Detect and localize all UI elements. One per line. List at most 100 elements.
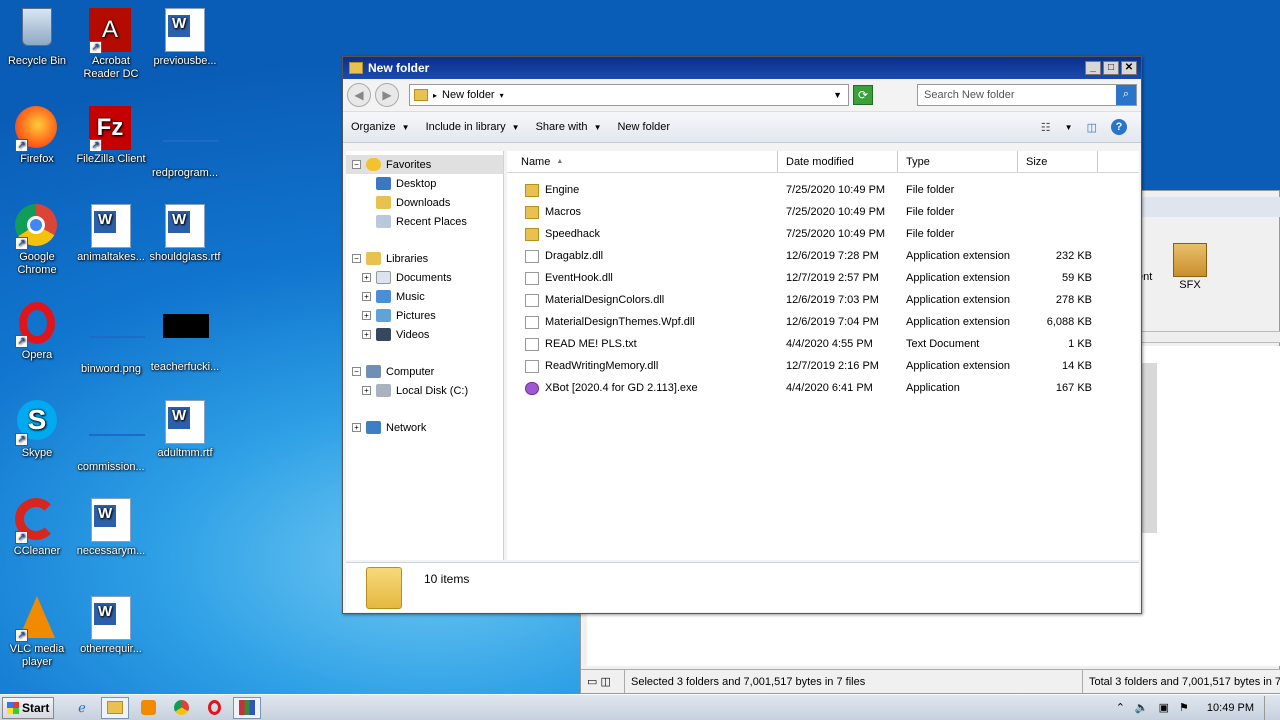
minimize-button[interactable]: _ xyxy=(1085,61,1101,75)
desktop-icon-opera[interactable]: ↗ Opera xyxy=(0,302,74,362)
desktop-icon-acrobat[interactable]: A ↗ Acrobat Reader DC xyxy=(74,8,148,81)
desktop-icon-chrome[interactable]: ↗ Google Chrome xyxy=(0,204,74,277)
explorer-taskbar-icon[interactable] xyxy=(101,696,129,719)
title-bar[interactable]: New folder _ □ ✕ xyxy=(343,57,1141,79)
new-folder-button[interactable]: New folder xyxy=(617,121,670,133)
ie-taskbar-icon[interactable]: ℯ xyxy=(68,697,96,719)
file-row[interactable]: Dragablz.dll 12/6/2019 7:28 PM Application… xyxy=(507,245,1139,267)
desktop-icon-image-file[interactable]: binword.png xyxy=(74,302,148,376)
chrome-taskbar-icon[interactable] xyxy=(167,697,195,719)
sfx-button[interactable]: SFX xyxy=(1171,243,1209,291)
nav-computer[interactable]: − Computer xyxy=(346,362,503,381)
expand-icon[interactable]: + xyxy=(362,311,371,320)
nav-videos[interactable]: + Videos xyxy=(346,325,503,344)
breadcrumb-dropdown-icon[interactable]: ▾ xyxy=(500,91,504,100)
file-name-cell[interactable]: Speedhack xyxy=(507,223,778,245)
nav-pictures[interactable]: + Pictures xyxy=(346,306,503,325)
clock[interactable]: 10:49 PM xyxy=(1207,702,1254,714)
preview-pane-icon[interactable]: ◫ xyxy=(1087,121,1097,134)
desktop-icon-file[interactable]: redprogram... xyxy=(148,106,222,180)
file-row[interactable]: MaterialDesignThemes.Wpf.dll 12/6/2019 7:… xyxy=(507,311,1139,333)
collapse-icon[interactable]: − xyxy=(352,254,361,263)
action-center-flag-icon[interactable]: ⚑ xyxy=(1179,701,1189,714)
desktop-icon-word-doc[interactable]: necessarym... xyxy=(74,498,148,558)
start-button[interactable]: Start xyxy=(2,696,54,719)
opera-taskbar-icon[interactable] xyxy=(200,697,228,719)
show-desktop-button[interactable] xyxy=(1264,695,1274,720)
close-button[interactable]: ✕ xyxy=(1121,61,1137,75)
include-in-library-button[interactable]: Include in library ▼ xyxy=(426,121,520,133)
view-dropdown-icon[interactable]: ▼ xyxy=(1065,123,1073,132)
file-name-cell[interactable]: MaterialDesignThemes.Wpf.dll xyxy=(507,311,778,333)
expand-icon[interactable]: + xyxy=(362,273,371,282)
maximize-button[interactable]: □ xyxy=(1103,61,1119,75)
expand-icon[interactable]: + xyxy=(362,330,371,339)
breadcrumb[interactable]: New folder xyxy=(442,89,495,101)
desktop-icon-word-doc[interactable]: animaltakes... xyxy=(74,204,148,264)
column-header-type[interactable]: Type xyxy=(898,151,1018,172)
desktop-icon-black-image[interactable]: teacherfucki... xyxy=(148,302,222,374)
explorer-window[interactable]: New folder _ □ ✕ ◀ ▶ ▸ New folder ▾ ▼ ⟳ … xyxy=(342,56,1142,614)
file-name-cell[interactable]: Macros xyxy=(507,201,778,223)
file-name-cell[interactable]: XBot [2020.4 for GD 2.113].exe xyxy=(507,377,778,399)
background-window-scrollbar[interactable] xyxy=(1141,363,1157,533)
file-row[interactable]: ReadWritingMemory.dll 12/7/2019 2:16 PM Ap… xyxy=(507,355,1139,377)
address-history-dropdown[interactable]: ▼ xyxy=(833,90,842,100)
expand-icon[interactable]: + xyxy=(352,423,361,432)
organize-button[interactable]: Organize ▼ xyxy=(351,121,410,133)
desktop-icon-word-doc[interactable]: otherrequir... xyxy=(74,596,148,656)
file-name-cell[interactable]: READ ME! PLS.txt xyxy=(507,333,778,355)
desktop-icon-file[interactable]: commission... xyxy=(74,400,148,474)
desktop-icon-recycle-bin[interactable]: Recycle Bin xyxy=(0,8,74,68)
column-header-size[interactable]: Size xyxy=(1018,151,1098,172)
desktop-icon-word-doc[interactable]: previousbe... xyxy=(148,8,222,68)
back-button[interactable]: ◀ xyxy=(347,83,371,107)
expand-icon[interactable]: + xyxy=(362,386,371,395)
column-header-name[interactable]: Name ▲ xyxy=(507,151,778,172)
file-row[interactable]: Macros 7/25/2020 10:49 PM File folder xyxy=(507,201,1139,223)
speaker-icon[interactable]: 🔈 xyxy=(1135,701,1149,714)
view-options-icon[interactable]: ☷ xyxy=(1041,121,1051,134)
nav-desktop[interactable]: Desktop xyxy=(346,174,503,193)
file-row[interactable]: XBot [2020.4 for GD 2.113].exe 4/4/2020 6… xyxy=(507,377,1139,399)
desktop-icon-filezilla[interactable]: Fz ↗ FileZilla Client xyxy=(74,106,148,166)
file-name-cell[interactable]: Dragablz.dll xyxy=(507,245,778,267)
file-row[interactable]: Speedhack 7/25/2020 10:49 PM File folder xyxy=(507,223,1139,245)
nav-local-disk[interactable]: + Local Disk (C:) xyxy=(346,381,503,400)
desktop-icon-word-doc[interactable]: adultmm.rtf xyxy=(148,400,222,460)
network-tray-icon[interactable]: ▣ xyxy=(1159,701,1169,714)
collapse-icon[interactable]: − xyxy=(352,160,361,169)
file-row[interactable]: Engine 7/25/2020 10:49 PM File folder xyxy=(507,179,1139,201)
nav-downloads[interactable]: Downloads xyxy=(346,193,503,212)
show-hidden-icons[interactable]: ⌃ xyxy=(1116,701,1125,714)
file-name-cell[interactable]: Engine xyxy=(507,179,778,201)
nav-favorites[interactable]: − Favorites xyxy=(346,155,503,174)
nav-libraries[interactable]: − Libraries xyxy=(346,249,503,268)
winrar-taskbar-icon[interactable] xyxy=(233,696,261,719)
file-name-cell[interactable]: MaterialDesignColors.dll xyxy=(507,289,778,311)
help-icon[interactable]: ? xyxy=(1111,119,1127,135)
address-bar[interactable]: ▸ New folder ▾ ▼ xyxy=(409,84,849,106)
file-row[interactable]: MaterialDesignColors.dll 12/6/2019 7:03 P… xyxy=(507,289,1139,311)
share-with-button[interactable]: Share with ▼ xyxy=(536,121,602,133)
nav-network[interactable]: + Network xyxy=(346,418,503,437)
desktop-icon-vlc[interactable]: ↗ VLC media player xyxy=(0,596,74,669)
file-name-cell[interactable]: ReadWritingMemory.dll xyxy=(507,355,778,377)
forward-button[interactable]: ▶ xyxy=(375,83,399,107)
desktop-icon-word-doc[interactable]: shouldglass.rtf xyxy=(148,204,222,264)
file-row[interactable]: READ ME! PLS.txt 4/4/2020 4:55 PM Text Doc… xyxy=(507,333,1139,355)
search-input[interactable]: Search New folder ⌕ xyxy=(917,84,1137,106)
search-icon[interactable]: ⌕ xyxy=(1116,85,1136,105)
nav-recent-places[interactable]: Recent Places xyxy=(346,212,503,231)
refresh-button[interactable]: ⟳ xyxy=(853,85,873,105)
file-name-cell[interactable]: EventHook.dll xyxy=(507,267,778,289)
nav-documents[interactable]: + Documents xyxy=(346,268,503,287)
nav-music[interactable]: + Music xyxy=(346,287,503,306)
column-header-date[interactable]: Date modified xyxy=(778,151,898,172)
desktop-icon-ccleaner[interactable]: ↗ CCleaner xyxy=(0,498,74,558)
expand-icon[interactable]: + xyxy=(362,292,371,301)
media-player-taskbar-icon[interactable] xyxy=(134,697,162,719)
desktop-icon-skype[interactable]: S ↗ Skype xyxy=(0,400,74,460)
file-row[interactable]: EventHook.dll 12/7/2019 2:57 PM Applicatio… xyxy=(507,267,1139,289)
collapse-icon[interactable]: − xyxy=(352,367,361,376)
